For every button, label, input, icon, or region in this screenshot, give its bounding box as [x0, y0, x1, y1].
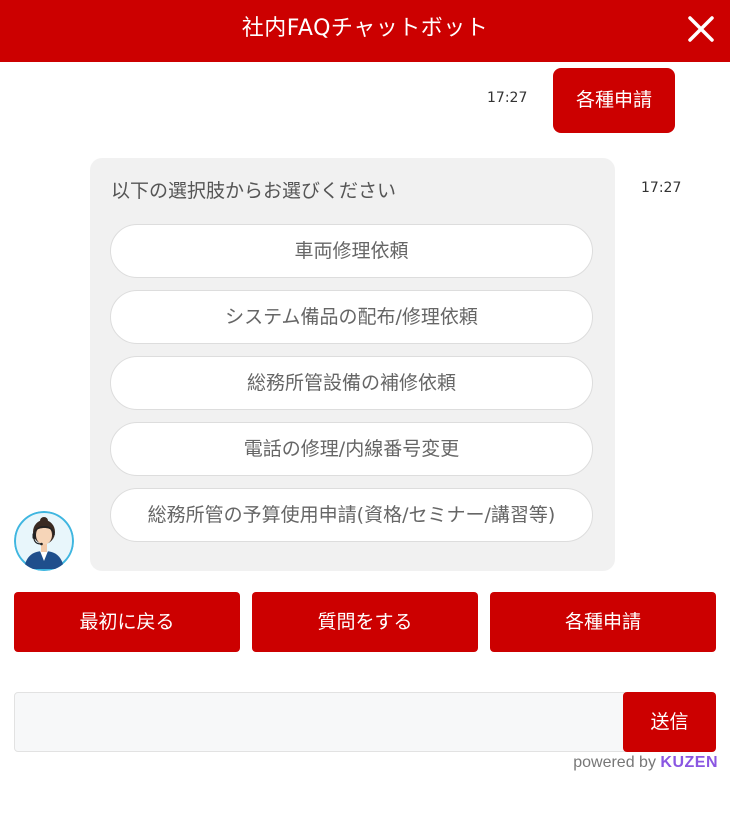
close-icon [688, 16, 714, 42]
bot-message-time: 17:27 [641, 180, 682, 196]
chat-header: 社内FAQチャットボット [0, 0, 730, 62]
ask-question-button[interactable]: 質問をする [252, 592, 478, 652]
operator-avatar-icon [14, 511, 74, 571]
option-button-1[interactable]: 車両修理依頼 [110, 224, 593, 278]
close-button[interactable] [686, 14, 716, 44]
user-message-time: 17:27 [487, 90, 528, 106]
restart-button[interactable]: 最初に戻る [14, 592, 240, 652]
option-button-4[interactable]: 電話の修理/内線番号変更 [110, 422, 593, 476]
powered-by[interactable]: powered by KUZEN [573, 754, 718, 772]
option-button-3[interactable]: 総務所管設備の補修依頼 [110, 356, 593, 410]
bot-message-card: 以下の選択肢からお選びください 車両修理依頼 システム備品の配布/修理依頼 総務… [90, 158, 615, 571]
chat-title: 社内FAQチャットボット [241, 16, 489, 41]
bot-avatar [14, 511, 74, 571]
user-message-bubble: 各種申請 [553, 68, 675, 133]
message-input[interactable] [14, 692, 626, 752]
option-button-2[interactable]: システム備品の配布/修理依頼 [110, 290, 593, 344]
applications-button[interactable]: 各種申請 [490, 592, 716, 652]
bot-prompt-text: 以下の選択肢からお選びください [111, 180, 397, 202]
kuzen-brand-link[interactable]: KUZEN [660, 754, 718, 771]
powered-by-prefix: powered by [573, 754, 656, 771]
option-button-5[interactable]: 総務所管の予算使用申請(資格/セミナー/講習等) [110, 488, 593, 542]
send-button[interactable]: 送信 [623, 692, 716, 752]
